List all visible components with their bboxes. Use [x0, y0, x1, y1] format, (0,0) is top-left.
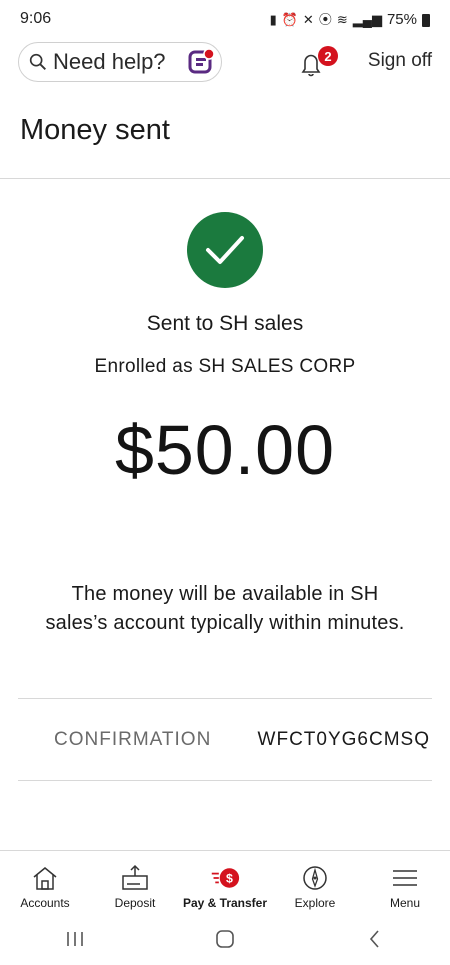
- bottom-nav: Accounts Deposit $ Pay & Transfer Explor…: [0, 850, 450, 912]
- availability-message: The money will be available in SH sales’…: [45, 583, 405, 634]
- deposit-icon: [122, 864, 148, 890]
- nav-accounts[interactable]: Accounts: [0, 851, 90, 912]
- nav-label: Deposit: [114, 896, 156, 910]
- search-icon: [29, 53, 46, 70]
- amount-sent: $50.00: [114, 411, 336, 489]
- checkmark-icon: [206, 236, 244, 264]
- nav-menu[interactable]: Menu: [360, 851, 450, 912]
- nav-deposit[interactable]: Deposit: [90, 851, 180, 912]
- alarm-icon: ⏰: [281, 11, 298, 27]
- divider: [18, 698, 432, 699]
- back-button[interactable]: [345, 919, 405, 959]
- hamburger-icon: [393, 870, 417, 886]
- divider: [0, 178, 450, 179]
- home-circle-icon: [216, 929, 234, 948]
- status-time: 9:06: [20, 10, 52, 27]
- svg-text:$: $: [226, 871, 233, 885]
- battery-percent: 75%: [386, 10, 417, 28]
- compass-icon: [303, 866, 327, 890]
- status-icons: ▮ ⏰ ✕ ⦿ ≋ ▂▄▆ 75%: [270, 11, 430, 28]
- app-header: Need help? 2 Sign off: [0, 42, 450, 84]
- notification-count-badge: 2: [318, 46, 338, 66]
- confirmation-label: CONFIRMATION: [54, 729, 212, 750]
- system-nav-bar: [0, 912, 450, 965]
- recent-apps-button[interactable]: [45, 919, 105, 959]
- nav-label: Menu: [389, 896, 421, 910]
- divider: [18, 780, 432, 781]
- battery-icon: [422, 13, 430, 27]
- help-button[interactable]: Need help?: [18, 42, 222, 82]
- status-bar: 9:06 ▮ ⏰ ✕ ⦿ ≋ ▂▄▆ 75%: [0, 0, 450, 38]
- nav-label: Pay & Transfer: [182, 896, 268, 910]
- sign-off-link[interactable]: Sign off: [368, 50, 432, 72]
- wifi-icon: ≋: [336, 11, 348, 27]
- nav-explore[interactable]: Explore: [270, 851, 360, 912]
- confirmation-number: WFCT0YG6CMSQ: [257, 729, 430, 750]
- mute-icon: ✕: [302, 11, 314, 27]
- success-checkmark-icon: [187, 212, 263, 288]
- recipient-text: Sent to SH sales: [146, 312, 304, 335]
- notifications-button[interactable]: 2: [298, 46, 338, 82]
- location-icon: ⦿: [318, 11, 332, 27]
- recent-apps-icon: [67, 931, 83, 946]
- back-chevron-icon: [369, 929, 379, 948]
- signal-icon: ▂▄▆: [352, 11, 382, 27]
- page-title: Money sent: [20, 114, 170, 146]
- nav-label: Explore: [294, 896, 336, 910]
- fargo-assistant-icon: [188, 48, 215, 74]
- help-label: Need help?: [53, 49, 166, 74]
- home-icon: [33, 867, 57, 890]
- home-button[interactable]: [195, 919, 255, 959]
- nav-pay-transfer[interactable]: $ Pay & Transfer: [180, 851, 270, 912]
- enrolled-as-text: Enrolled as SH SALES CORP: [94, 356, 356, 377]
- clipboard-icon: ▮: [269, 11, 277, 27]
- nav-label: Accounts: [20, 896, 70, 910]
- pay-transfer-icon: $: [211, 868, 240, 888]
